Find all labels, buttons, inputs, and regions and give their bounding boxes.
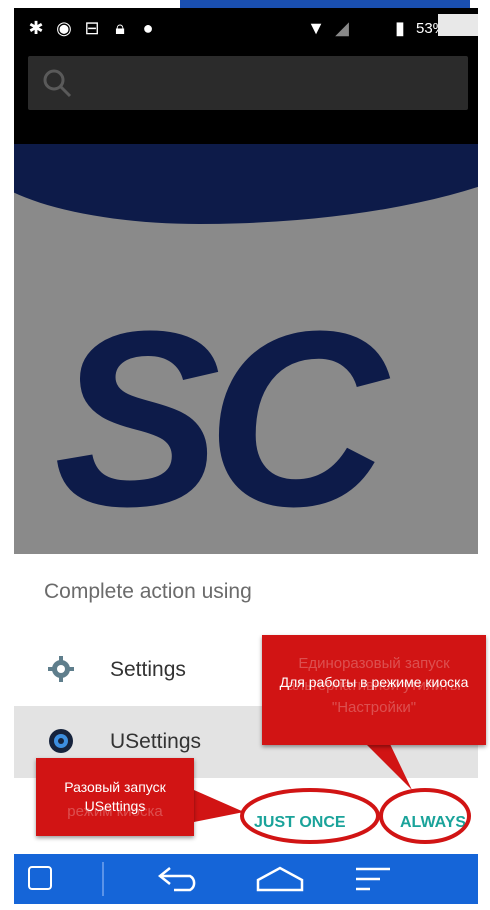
hero-logo-text: SC — [54, 279, 387, 554]
usettings-icon — [49, 729, 73, 753]
back-icon[interactable] — [156, 864, 202, 894]
always-button[interactable]: ALWAYS — [400, 814, 466, 832]
nav-bar — [14, 854, 478, 904]
one-time-launch-callout: Разовый запуск USettings режим киоска — [36, 758, 194, 836]
gear-icon: ✱ — [28, 18, 44, 38]
recents-icon[interactable] — [354, 866, 394, 892]
nav-divider — [102, 862, 104, 896]
one-time-callout-ghost-text: режим киоска — [67, 803, 163, 820]
hero-banner: SC — [14, 144, 478, 554]
home-icon[interactable] — [254, 864, 306, 894]
no-signal-icon: ◢ — [335, 18, 349, 38]
wifi-icon: ▼ — [307, 18, 325, 38]
screen-control-box[interactable] — [438, 14, 478, 36]
search-icon[interactable] — [40, 66, 74, 100]
eye-icon: ◉ — [56, 18, 72, 38]
kiosk-mode-callout: Единоразовый запуск альтернативной утили… — [262, 635, 486, 745]
status-bar: ✱ ◉ ⊟ 🔒︎ ● ▼ ◢ ▮ 53% — [14, 8, 478, 50]
just-once-button[interactable]: JUST ONCE — [254, 814, 346, 832]
battery-icon: ▮ — [395, 18, 405, 38]
option-settings-label: Settings — [110, 658, 186, 681]
option-usettings-label: USettings — [110, 730, 202, 753]
kiosk-callout-text: Для работы в режиме киоска — [279, 674, 469, 690]
leaf-icon: ● — [142, 18, 154, 38]
teamviewer-icon[interactable] — [28, 866, 52, 890]
hero-navy-swoosh — [14, 144, 478, 224]
lock-icon: 🔒︎ — [115, 18, 125, 38]
chooser-title: Complete action using — [44, 580, 252, 603]
teamviewer-icon: ⊟ — [84, 18, 100, 38]
search-bar[interactable] — [28, 56, 468, 110]
settings-gear-icon — [48, 656, 74, 682]
